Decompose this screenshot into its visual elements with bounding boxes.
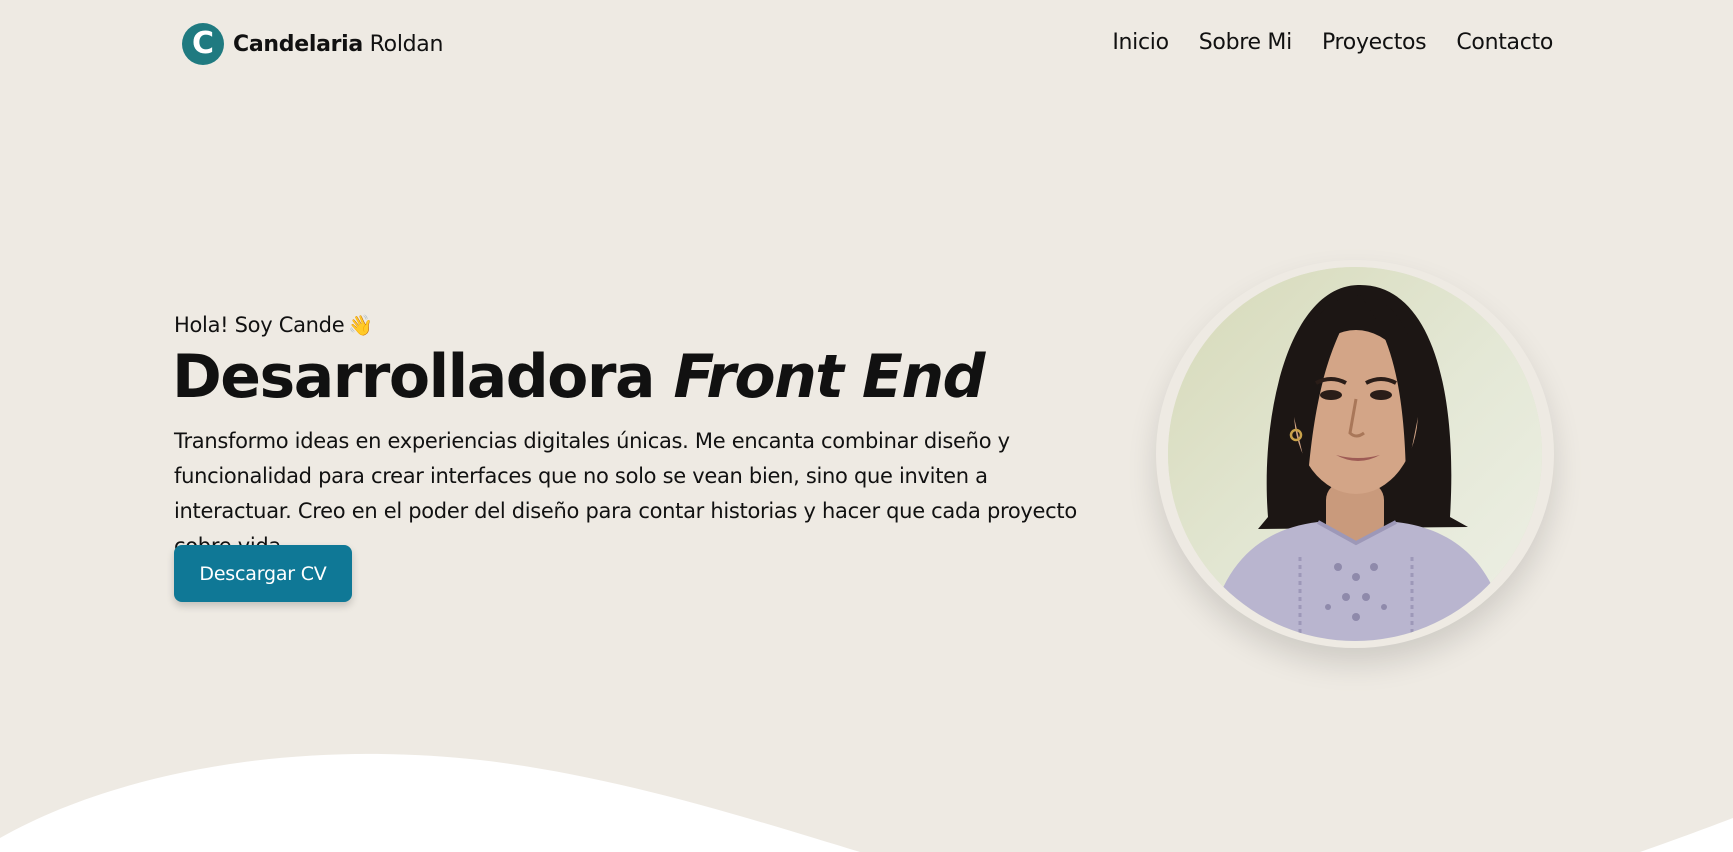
nav-item-contacto[interactable]: Contacto <box>1456 30 1553 55</box>
main-nav: Inicio Sobre Mi Proyectos Contacto <box>1112 30 1553 55</box>
logo-c-icon: C <box>182 23 224 65</box>
headline-plain: Desarrolladora <box>172 342 655 412</box>
greeting: Hola! Soy Cande 👋 <box>174 313 373 337</box>
nav-item-sobre-mi[interactable]: Sobre Mi <box>1199 30 1292 55</box>
site-header: C Candelaria Roldan Inicio Sobre Mi Proy… <box>0 0 1733 90</box>
download-cv-button[interactable]: Descargar CV <box>174 545 352 602</box>
nav-item-inicio[interactable]: Inicio <box>1112 30 1169 55</box>
section-divider-wave <box>0 753 1733 852</box>
brand-name: Candelaria Roldan <box>233 32 443 57</box>
brand-last-name: Roldan <box>369 31 444 57</box>
brand-logo-link[interactable]: C Candelaria Roldan <box>182 23 443 65</box>
profile-photo-illustration <box>1168 267 1542 641</box>
profile-photo <box>1168 267 1542 641</box>
waving-hand-icon: 👋 <box>348 313 373 337</box>
headline-emphasis: Front End <box>673 342 985 412</box>
brand-first-name: Candelaria <box>233 31 363 57</box>
nav-item-proyectos[interactable]: Proyectos <box>1322 30 1427 55</box>
portrait-frame <box>1156 260 1554 648</box>
intro-paragraph: Transformo ideas en experiencias digital… <box>174 429 1077 558</box>
greeting-text: Hola! Soy Cande <box>174 313 345 337</box>
page-title: Desarrolladora Front End <box>172 340 985 415</box>
